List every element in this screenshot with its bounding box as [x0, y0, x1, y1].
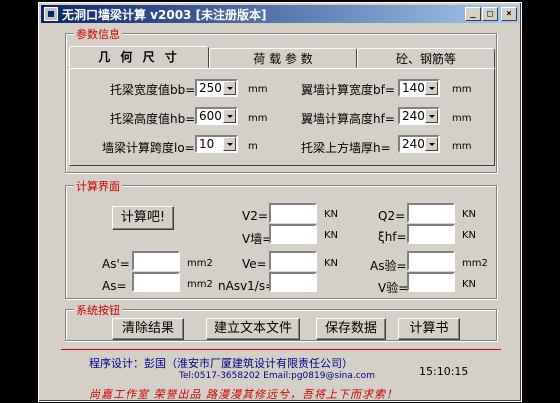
as-check-field[interactable]: [407, 251, 455, 271]
as-field[interactable]: [132, 272, 180, 292]
param-label-hf: 翼墙计算高度hf=: [301, 112, 395, 126]
param-label-bb: 托梁宽度值bb=: [110, 83, 196, 97]
as-check-label: As验=: [370, 259, 407, 273]
bb-select[interactable]: 250: [195, 79, 238, 97]
geometry-panel: 托梁宽度值bb= 250 mm 托梁高度值hb= 600 mm 墙梁计算跨度lo…: [69, 68, 495, 166]
as-prime-label: As'=: [102, 257, 130, 271]
param-label-hb: 托梁高度值hb=: [110, 112, 196, 126]
bb-unit: mm: [248, 84, 268, 95]
q2-field[interactable]: [407, 203, 455, 223]
vwall-field[interactable]: [269, 224, 317, 244]
v-check-label: V验=: [378, 281, 409, 295]
q2-unit: KN: [462, 209, 477, 220]
clear-results-button[interactable]: 清除结果: [112, 318, 184, 340]
v2-label: V2=: [242, 209, 268, 223]
hb-select[interactable]: 600: [195, 107, 238, 125]
hf-select[interactable]: 240: [398, 107, 440, 125]
window-title: 无洞口墙梁计算 v2003 [未注册版本]: [62, 7, 267, 22]
chevron-down-icon[interactable]: [425, 109, 438, 123]
h-select[interactable]: 240: [398, 135, 440, 153]
v2-unit: KN: [324, 209, 339, 220]
chevron-down-icon[interactable]: [223, 109, 236, 123]
as-prime-field[interactable]: [132, 251, 180, 271]
calculate-button[interactable]: 计算吧!: [112, 206, 174, 230]
main-window: 无洞口墙梁计算 v2003 [未注册版本] _ □ × 参数信息 几 何 尺 寸…: [38, 2, 522, 402]
close-button[interactable]: ×: [501, 7, 517, 21]
chevron-down-icon[interactable]: [425, 137, 438, 151]
clock: 15:10:15: [419, 365, 469, 378]
save-data-button[interactable]: 保存数据: [316, 318, 386, 340]
xhf-field[interactable]: [407, 224, 455, 244]
bf-unit: mm: [452, 84, 472, 95]
h-value: 240: [402, 137, 425, 151]
chevron-down-icon[interactable]: [425, 81, 438, 95]
hf-unit: mm: [452, 113, 472, 124]
ve-label: Ve=: [242, 257, 267, 271]
chevron-down-icon[interactable]: [223, 137, 236, 151]
create-text-file-button[interactable]: 建立文本文件: [206, 318, 300, 340]
report-button[interactable]: 计算书: [398, 318, 460, 340]
minimize-button[interactable]: _: [465, 7, 481, 21]
system-group: 系统按钮 清除结果 建立文本文件 保存数据 计算书: [65, 302, 497, 341]
xhf-unit: KN: [462, 230, 477, 241]
lo-select[interactable]: 10: [195, 135, 238, 153]
param-label-lo: 墙梁计算跨度lo=: [102, 141, 195, 155]
system-group-label: 系统按钮: [74, 302, 122, 318]
calc-group: 计算界面 计算吧! V2= KN V墙= KN Q2= KN ξhf= KN A…: [65, 178, 497, 299]
param-label-bf: 翼墙计算宽度bf=: [301, 83, 395, 97]
contact-info: Tel:0517-3658202 Email:pg0819@sina.com: [179, 371, 375, 381]
vwall-unit: KN: [324, 230, 339, 241]
footer-separator: [61, 349, 501, 350]
h-unit: mm: [452, 141, 472, 152]
title-bar[interactable]: 无洞口墙梁计算 v2003 [未注册版本] _ □ ×: [41, 5, 519, 23]
app-icon: [44, 7, 58, 21]
designer-credit: 程序设计：彭国（淮安市厂厦建筑设计有限责任公司）: [89, 357, 353, 370]
chevron-down-icon[interactable]: [223, 81, 236, 95]
lo-unit: m: [248, 141, 258, 152]
maximize-button[interactable]: □: [482, 7, 498, 21]
tab-loads[interactable]: 荷 载 参 数: [209, 48, 357, 68]
hb-unit: mm: [248, 113, 268, 124]
q2-label: Q2=: [378, 209, 406, 223]
nasv-field[interactable]: [269, 272, 317, 292]
as-check-unit: mm2: [462, 258, 488, 269]
slogan: 尚嘉工作室 荣誉出品 路漫漫其修远兮，吾将上下而求索！: [89, 388, 398, 401]
hb-value: 600: [199, 109, 222, 123]
v2-field[interactable]: [269, 203, 317, 223]
as-prime-unit: mm2: [187, 258, 213, 269]
bb-value: 250: [199, 81, 222, 95]
calc-group-label: 计算界面: [74, 178, 122, 194]
tab-geometry[interactable]: 几 何 尺 寸: [69, 46, 209, 68]
ve-field[interactable]: [269, 251, 317, 271]
tab-materials[interactable]: 砼、钢筋等: [357, 48, 495, 68]
hf-value: 240: [402, 109, 425, 123]
lo-value: 10: [199, 137, 215, 151]
ve-unit: KN: [324, 258, 339, 269]
bf-select[interactable]: 1400: [398, 79, 440, 97]
vwall-label: V墙=: [242, 232, 273, 246]
xhf-label: ξhf=: [378, 230, 407, 244]
v-check-field[interactable]: [407, 272, 455, 292]
as-unit: mm2: [187, 279, 213, 290]
nasv-label: nAsv1/s=: [218, 279, 276, 293]
param-label-h: 托梁上方墙厚h=: [301, 141, 391, 155]
as-label: As=: [102, 279, 127, 293]
params-group-label: 参数信息: [74, 26, 122, 42]
v-check-unit: KN: [462, 279, 477, 290]
